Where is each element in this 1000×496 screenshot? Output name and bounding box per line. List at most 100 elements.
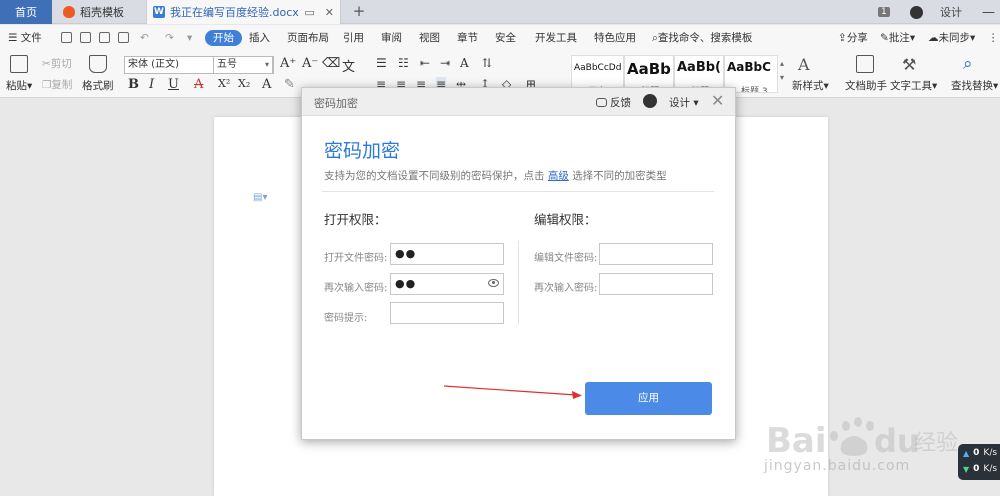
print-icon[interactable]	[99, 32, 110, 43]
open-password-field[interactable]: ●●	[390, 243, 504, 265]
close-icon[interactable]: ✕	[711, 91, 724, 110]
menu-special[interactable]: 特色应用	[594, 30, 636, 46]
menu-chapter[interactable]: 章节	[457, 30, 478, 46]
dialog-avatar-icon[interactable]	[643, 94, 657, 108]
indent-icon[interactable]: ⇤	[420, 56, 430, 70]
copy-button[interactable]: ❐复制	[42, 78, 72, 92]
open-confirm-label: 再次输入密码:	[324, 283, 388, 294]
feedback-button[interactable]: 反馈	[596, 95, 631, 110]
phonetic-icon[interactable]: 文	[342, 56, 355, 75]
command-search[interactable]: ⌕查找命令、搜索模板	[652, 30, 752, 46]
format-painter-button[interactable]: 格式刷	[82, 79, 114, 93]
design-link[interactable]: 设计	[940, 0, 962, 24]
tab-document[interactable]: W 我正在编写百度经验.docx ▭ ✕	[146, 0, 341, 24]
close-tab-icon[interactable]: ✕	[325, 6, 334, 19]
open-password-label: 打开文件密码:	[324, 253, 388, 264]
dialog-title: 密码加密	[314, 97, 358, 110]
doc-assistant-button[interactable]: 文档助手	[845, 79, 887, 93]
menu-start[interactable]: 开始	[205, 30, 242, 46]
cloud-icon: ☁	[928, 32, 939, 44]
wrench-icon[interactable]: ⚒	[902, 55, 916, 74]
user-avatar[interactable]	[910, 0, 923, 24]
style-heading3-sample: AaBbC	[727, 60, 771, 74]
menu-security[interactable]: 安全	[495, 30, 516, 46]
bullets-icon[interactable]: ☰	[376, 56, 387, 70]
edit-confirm-field[interactable]	[599, 273, 713, 295]
comment-icon: ✎	[880, 32, 889, 44]
format-painter-icon[interactable]	[89, 55, 107, 73]
more-quick-icon[interactable]: ▾	[187, 30, 192, 46]
share-label: 分享	[846, 32, 868, 44]
new-style-icon[interactable]: A	[798, 55, 810, 74]
cut-button[interactable]: ✂剪切	[42, 57, 72, 71]
find-icon[interactable]: ⌕	[963, 54, 973, 74]
paste-icon[interactable]	[10, 55, 28, 73]
highlight-icon[interactable]: ✎	[284, 77, 295, 92]
doc-assistant-icon[interactable]	[856, 55, 874, 73]
password-hint-field[interactable]	[390, 302, 504, 324]
open-permission-title: 打开权限：	[324, 212, 387, 227]
menu-insert[interactable]: 插入	[249, 30, 270, 46]
text-tools-label: 文字工具	[890, 80, 932, 92]
notification-count: 1	[878, 7, 890, 17]
more-menu-icon[interactable]: ⋮	[988, 30, 999, 46]
menu-page-layout[interactable]: 页面布局	[287, 30, 329, 46]
menu-references[interactable]: 引用	[343, 30, 364, 46]
paste-button[interactable]: 粘贴▾	[6, 79, 32, 93]
numbering-icon[interactable]: ☷	[398, 56, 409, 70]
network-speed-widget[interactable]: ▲ 0 K/s ▼ 0 K/s	[958, 444, 1000, 480]
print-preview-icon[interactable]	[80, 32, 91, 43]
italic-button[interactable]: I	[149, 77, 154, 92]
edit-password-field[interactable]	[599, 243, 713, 265]
comment-button[interactable]: ✎批注▾	[880, 30, 915, 46]
description-text: 支持为您的文档设置不同级别的密码保护，点击	[324, 170, 545, 182]
sort-icon[interactable]: ⇅	[482, 56, 492, 70]
styles-more-icon[interactable]: ▴ ▾	[780, 57, 784, 85]
minimize-button[interactable]: —	[982, 0, 995, 24]
dialog-titlebar[interactable]: 密码加密 反馈 设计 ▾ ✕	[302, 88, 735, 116]
strikethrough-button[interactable]: A	[194, 77, 203, 92]
edit-permission-title: 编辑权限：	[534, 212, 597, 227]
superscript-button[interactable]: X²	[218, 77, 230, 90]
bold-button[interactable]: B	[128, 77, 139, 92]
find-replace-button[interactable]: 查找替换▾	[951, 79, 998, 93]
add-tab-button[interactable]: +	[350, 2, 368, 22]
chevron-down-icon: ▾	[264, 60, 269, 69]
clear-format-icon[interactable]: ⌫	[322, 56, 340, 71]
shrink-font-button[interactable]: A⁻	[302, 56, 318, 71]
file-menu[interactable]: ☰ 文件	[8, 30, 42, 46]
sync-label: 未同步	[938, 32, 971, 44]
undo-icon[interactable]: ↶	[140, 30, 149, 46]
dialog-design-button[interactable]: 设计 ▾	[669, 95, 699, 110]
pin-tab-icon[interactable]: ▭	[304, 6, 314, 19]
chinese-layout-icon[interactable]: A	[460, 56, 469, 70]
redo-icon[interactable]: ↷	[165, 30, 174, 46]
outdent-icon[interactable]: ⇥	[440, 56, 450, 70]
font-size-select[interactable]: 五号 ▾	[213, 56, 273, 74]
share-button[interactable]: ⇪分享	[838, 30, 868, 46]
save-icon[interactable]	[61, 32, 72, 43]
eye-icon[interactable]	[488, 279, 499, 287]
tab-template-label: 稻壳模板	[80, 6, 124, 19]
preview-icon[interactable]	[118, 32, 129, 43]
advanced-link[interactable]: 高级	[548, 170, 569, 182]
grow-font-button[interactable]: A⁺	[280, 56, 296, 71]
tab-home[interactable]: 首页	[0, 0, 52, 24]
menu-view[interactable]: 视图	[419, 30, 440, 46]
sync-button[interactable]: ☁未同步▾	[928, 30, 975, 46]
cut-label: 剪切	[50, 58, 72, 70]
open-confirm-field[interactable]: ●●	[390, 273, 504, 295]
text-effect-icon[interactable]: A	[262, 77, 271, 92]
text-tools-button[interactable]: 文字工具▾	[890, 79, 937, 93]
apply-button[interactable]: 应用	[585, 382, 712, 415]
new-style-button[interactable]: 新样式▾	[792, 79, 829, 93]
style-heading3-label: 标题 3	[741, 87, 768, 93]
menu-developer[interactable]: 开发工具	[535, 30, 577, 46]
subscript-button[interactable]: X₂	[238, 77, 250, 90]
paragraph-layout-icon[interactable]: ▤▾	[253, 192, 267, 204]
tab-template[interactable]: 稻壳模板	[55, 0, 145, 24]
tab-document-label: 我正在编写百度经验.docx	[170, 6, 299, 19]
underline-button[interactable]: U	[168, 77, 179, 92]
menu-review[interactable]: 审阅	[381, 30, 402, 46]
notification-badge[interactable]: 1	[878, 0, 890, 24]
